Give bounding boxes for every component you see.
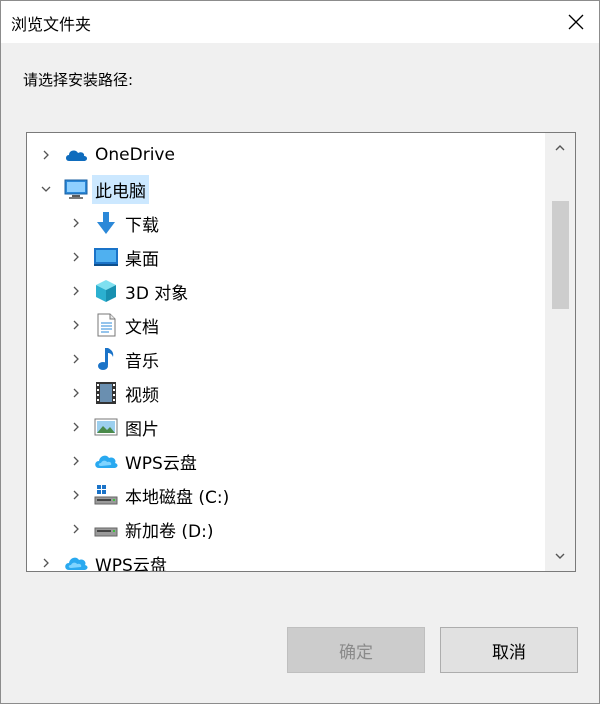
onedrive-cloud-icon <box>63 142 89 168</box>
desktop-icon <box>93 244 119 270</box>
tree-item-label: OneDrive <box>95 145 175 165</box>
expand-chevron-icon[interactable] <box>39 148 53 162</box>
expand-chevron-icon[interactable] <box>69 386 83 400</box>
tree-item-downloads[interactable]: 下载 <box>27 207 545 239</box>
wps-cloud-icon <box>93 448 119 474</box>
expand-chevron-icon[interactable] <box>69 284 83 298</box>
tree-item-new-volume-d[interactable]: 新加卷 (D:) <box>27 513 545 545</box>
vertical-scrollbar[interactable] <box>545 133 575 571</box>
tree-item-label: 图片 <box>125 419 159 440</box>
tree-item-desktop[interactable]: 桌面 <box>27 241 545 273</box>
windows-drive-icon <box>93 482 119 508</box>
expand-chevron-icon[interactable] <box>39 556 53 570</box>
tree-item-3d-objects[interactable]: 3D 对象 <box>27 275 545 307</box>
tree-item-local-disk-c[interactable]: 本地磁盘 (C:) <box>27 479 545 511</box>
tree-item-label: WPS云盘 <box>125 453 197 474</box>
close-button[interactable] <box>553 1 599 43</box>
tree-item-label: 音乐 <box>125 351 159 372</box>
tree-item-videos[interactable]: 视频 <box>27 377 545 409</box>
download-arrow-icon <box>93 210 119 236</box>
prompt-label: 请选择安装路径: <box>23 71 134 89</box>
folder-tree[interactable]: OneDrive 此电脑 下载 桌面 3D 对象 文档 音乐 视频 图片 WPS… <box>26 132 576 572</box>
expand-chevron-icon[interactable] <box>69 216 83 230</box>
chevron-up-icon <box>555 145 565 151</box>
tree-item-label: 视频 <box>125 385 159 406</box>
tree-item-label: 3D 对象 <box>125 283 189 304</box>
tree-item-wps-cloud[interactable]: WPS云盘 <box>27 445 545 477</box>
expand-chevron-icon[interactable] <box>69 488 83 502</box>
tree-item-label: 桌面 <box>125 249 159 270</box>
wps-cloud-icon <box>63 550 89 571</box>
tree-item-this-pc[interactable]: 此电脑 <box>27 173 545 205</box>
drive-icon <box>93 516 119 542</box>
computer-icon <box>63 176 89 202</box>
expand-chevron-icon[interactable] <box>69 522 83 536</box>
music-note-icon <box>93 346 119 372</box>
scroll-down-button[interactable] <box>545 541 575 571</box>
expand-chevron-icon[interactable] <box>69 250 83 264</box>
folder-tree-list: OneDrive 此电脑 下载 桌面 3D 对象 文档 音乐 视频 图片 WPS… <box>27 133 545 571</box>
document-icon <box>93 312 119 338</box>
tree-item-label: 文档 <box>125 317 159 338</box>
tree-item-label: 此电脑 <box>92 174 149 204</box>
collapse-chevron-icon[interactable] <box>39 182 53 196</box>
tree-item-label: 本地磁盘 (C:) <box>125 487 230 508</box>
chevron-down-icon <box>555 553 565 559</box>
video-film-icon <box>93 380 119 406</box>
expand-chevron-icon[interactable] <box>69 420 83 434</box>
dialog-title: 浏览文件夹 <box>11 15 92 34</box>
cancel-button[interactable]: 取消 <box>440 627 578 673</box>
tree-item-documents[interactable]: 文档 <box>27 309 545 341</box>
expand-chevron-icon[interactable] <box>69 352 83 366</box>
scrollbar-thumb[interactable] <box>552 201 569 309</box>
scroll-up-button[interactable] <box>545 133 575 163</box>
title-bar: 浏览文件夹 <box>1 1 599 43</box>
3d-objects-icon <box>93 278 119 304</box>
ok-button[interactable]: 确定 <box>287 627 425 673</box>
picture-icon <box>93 414 119 440</box>
browse-folder-dialog: 浏览文件夹 请选择安装路径: OneDrive 此电脑 下载 桌面 3D 对象 … <box>0 0 600 704</box>
tree-item-music[interactable]: 音乐 <box>27 343 545 375</box>
tree-item-onedrive[interactable]: OneDrive <box>27 139 545 171</box>
tree-item-label: 下载 <box>125 215 159 236</box>
close-icon <box>568 14 584 30</box>
tree-item-label: WPS云盘 <box>95 555 167 572</box>
tree-item-label: 新加卷 (D:) <box>125 521 214 542</box>
expand-chevron-icon[interactable] <box>69 454 83 468</box>
expand-chevron-icon[interactable] <box>69 318 83 332</box>
tree-item-wps-cloud-root[interactable]: WPS云盘 <box>27 547 545 572</box>
tree-item-pictures[interactable]: 图片 <box>27 411 545 443</box>
